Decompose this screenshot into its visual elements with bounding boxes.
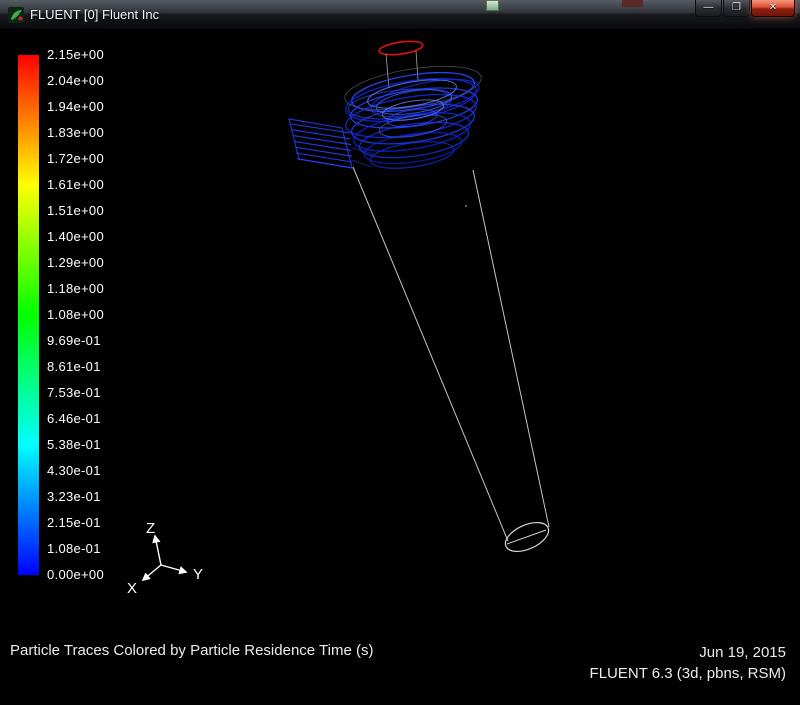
caption-date: Jun 19, 2015 [699, 644, 786, 661]
caption-title: Particle Traces Colored by Particle Resi… [10, 642, 374, 659]
x-axis-arrow [141, 564, 162, 582]
y-axis-arrow [160, 564, 188, 575]
y-axis-label: Y [193, 566, 203, 583]
window-controls: — ❐ ✕ [695, 0, 795, 17]
cyclone-3d-view[interactable]: Z Y X [0, 30, 800, 705]
minimize-button[interactable]: — [695, 0, 722, 17]
window-title: FLUENT [0] Fluent Inc [30, 7, 160, 22]
caption-meta: Jun 19, 2015 FLUENT 6.3 (3d, pbns, RSM) [590, 642, 786, 684]
axis-triad: Z Y X [127, 520, 203, 597]
x-axis-label: X [127, 580, 137, 597]
z-axis-label: Z [146, 520, 155, 537]
maximize-button[interactable]: ❐ [723, 0, 750, 17]
close-button[interactable]: ✕ [751, 0, 795, 17]
particle-traces-swirl [344, 65, 482, 169]
titlebar[interactable]: FLUENT [0] Fluent Inc — ❐ ✕ [0, 0, 800, 30]
z-axis-arrow [152, 534, 162, 566]
fluent-app-icon [8, 6, 24, 23]
outlet-ellipse [378, 40, 424, 56]
cone-wireframe [352, 166, 550, 553]
background-window-fragment-2 [622, 0, 643, 7]
background-window-fragment-1 [486, 0, 499, 11]
caption-version: FLUENT 6.3 (3d, pbns, RSM) [589, 665, 786, 682]
graphics-canvas[interactable]: 2.15e+00 2.04e+00 1.94e+00 1.83e+00 1.72… [0, 30, 800, 705]
fluent-window: FLUENT [0] Fluent Inc — ❐ ✕ 2.15e+00 2.0… [0, 0, 800, 705]
